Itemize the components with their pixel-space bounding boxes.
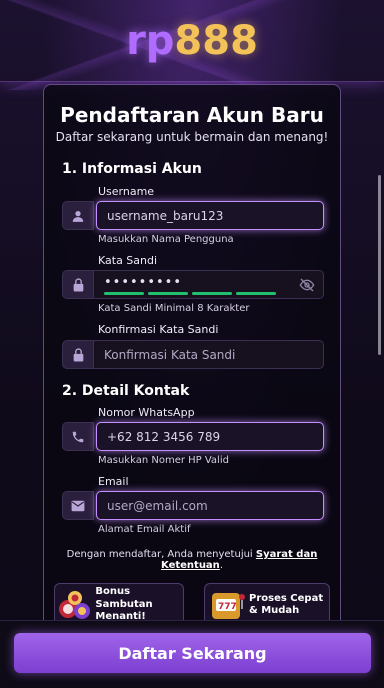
username-input[interactable] <box>96 201 324 230</box>
username-field <box>62 201 324 230</box>
casino-chips-icon <box>55 585 95 625</box>
password-hint: Kata Sandi Minimal 8 Karakter <box>98 303 250 314</box>
email-label: Email <box>98 475 129 488</box>
email-field <box>62 491 324 520</box>
whatsapp-label: Nomor WhatsApp <box>98 406 195 419</box>
page-subtitle: Daftar sekarang untuk bermain dan menang… <box>55 130 329 144</box>
whatsapp-input[interactable] <box>96 422 324 451</box>
username-label: Username <box>98 185 155 198</box>
mail-icon <box>62 491 94 520</box>
page-title: Pendaftaran Akun Baru <box>60 103 324 127</box>
section-account-heading: 1. Informasi Akun <box>62 161 202 177</box>
header: rp888 <box>0 0 384 82</box>
email-input[interactable] <box>96 491 324 520</box>
password-input[interactable]: ••••••••• <box>104 275 182 290</box>
user-icon <box>62 201 94 230</box>
lock-icon <box>62 340 94 369</box>
eye-off-icon[interactable] <box>299 277 315 293</box>
register-button[interactable]: Daftar Sekarang <box>14 633 371 673</box>
email-hint: Alamat Email Aktif <box>98 524 191 535</box>
terms-notice: Dengan mendaftar, Anda menyetujui Syarat… <box>66 549 318 571</box>
slot-machine-icon: 777 <box>205 585 249 625</box>
confirm-password-input[interactable] <box>94 340 324 369</box>
confirm-password-field <box>62 340 324 369</box>
registration-card: Pendaftaran Akun Baru Daftar sekarang un… <box>43 84 341 630</box>
password-strength-meter <box>104 292 276 295</box>
whatsapp-hint: Masukkan Nomer HP Valid <box>98 455 229 466</box>
password-field: ••••••••• <box>62 270 324 299</box>
logo[interactable]: rp888 <box>126 21 258 61</box>
svg-text:777: 777 <box>218 602 237 612</box>
section-contact-heading: 2. Detail Kontak <box>62 383 190 399</box>
bottom-bar: Daftar Sekarang <box>0 620 384 688</box>
username-hint: Masukkan Nama Pengguna <box>98 234 234 245</box>
scrollbar[interactable] <box>378 175 381 355</box>
confirm-password-label: Konfirmasi Kata Sandi <box>98 323 219 336</box>
lock-icon <box>62 270 94 299</box>
whatsapp-field <box>62 422 324 451</box>
phone-icon <box>62 422 94 451</box>
password-label: Kata Sandi <box>98 254 158 267</box>
